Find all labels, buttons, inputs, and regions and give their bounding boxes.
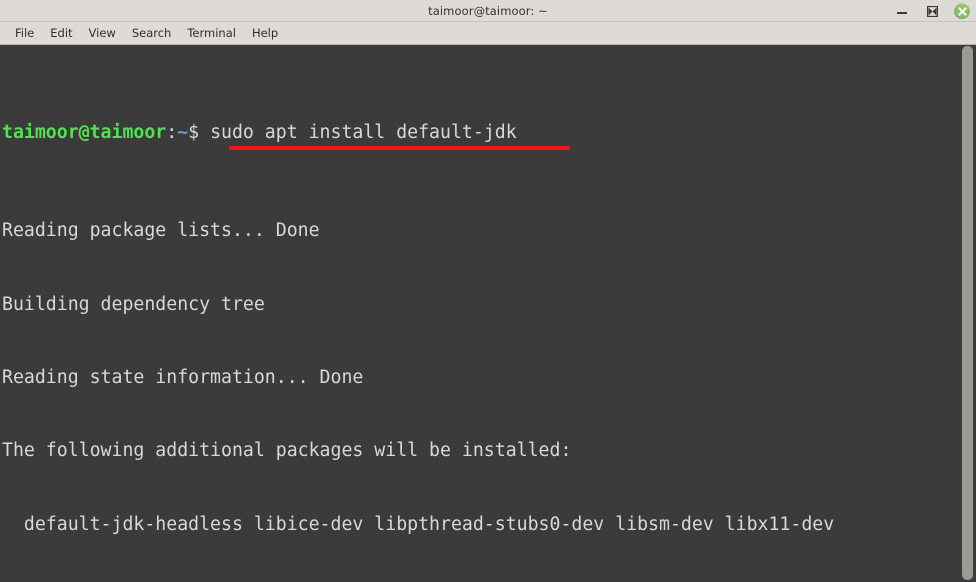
scrollbar-thumb[interactable]: [962, 46, 973, 580]
terminal-scrollbar[interactable]: [959, 45, 976, 581]
output-line-reading-package-lists: Reading package lists... Done: [2, 220, 320, 242]
menu-item-terminal[interactable]: Terminal: [179, 25, 244, 42]
output-line-reading-state-info: Reading state information... Done: [2, 366, 364, 388]
menubar: File Edit View Search Terminal Help: [0, 22, 976, 45]
minimize-icon: [897, 12, 907, 14]
prompt-sigil: $: [188, 122, 200, 144]
maximize-button[interactable]: [924, 3, 940, 19]
window-title: taimoor@taimoor: ~: [428, 3, 548, 18]
menu-item-edit[interactable]: Edit: [42, 25, 80, 42]
terminal-window: taimoor@taimoor: ~ File Edit View Search…: [0, 0, 976, 582]
menu-item-view[interactable]: View: [81, 25, 124, 42]
prompt-user-host: taimoor@taimoor: [2, 122, 167, 144]
output-line-additional-header: The following additional packages will b…: [2, 440, 572, 462]
menu-item-help[interactable]: Help: [244, 25, 286, 42]
output-line-additional-pkgs-1: default-jdk-headless libice-dev libpthre…: [2, 513, 835, 535]
prompt-path: ~: [177, 122, 189, 144]
terminal-output[interactable]: taimoor@taimoor:~$ sudo apt install defa…: [0, 45, 959, 581]
close-button[interactable]: [954, 3, 970, 19]
terminal-prompt-line: taimoor@taimoor:~$ sudo apt install defa…: [2, 121, 959, 151]
minimize-button[interactable]: [894, 3, 910, 19]
maximize-icon: [926, 5, 938, 17]
terminal-body[interactable]: taimoor@taimoor:~$ sudo apt install defa…: [0, 45, 976, 581]
output-line-building-dep-tree: Building dependency tree: [2, 293, 265, 315]
titlebar: taimoor@taimoor: ~: [0, 0, 976, 22]
prompt-colon: :: [166, 122, 178, 144]
close-icon: [957, 6, 967, 16]
command-red-underline-annotation: [229, 146, 570, 151]
window-controls: [894, 0, 970, 22]
menu-item-file[interactable]: File: [7, 25, 42, 42]
menu-item-search[interactable]: Search: [124, 25, 180, 42]
typed-command: sudo apt install default-jdk: [210, 122, 517, 144]
